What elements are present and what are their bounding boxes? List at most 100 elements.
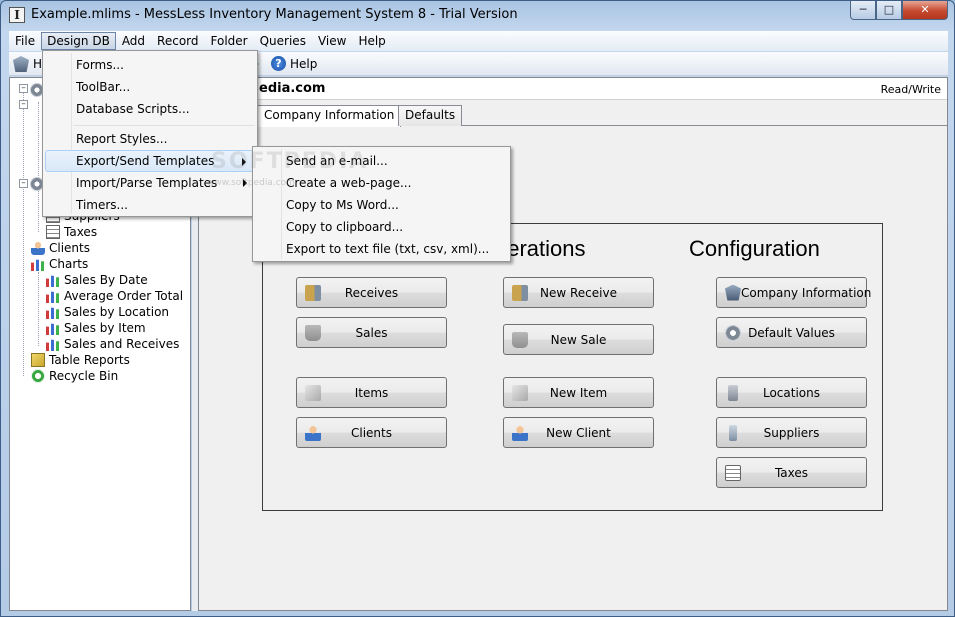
menu-item-report-styles[interactable]: Report Styles... (45, 128, 255, 150)
chart-icon (46, 273, 60, 287)
maximize-button[interactable]: □ (876, 1, 902, 20)
items-button[interactable]: Items (296, 377, 447, 408)
menu-separator (73, 125, 255, 126)
tab-strip: Company Information Defaults (199, 105, 947, 127)
new-receive-button[interactable]: New Receive (503, 277, 654, 308)
menu-item-timers[interactable]: Timers... (45, 194, 255, 216)
company-information-button[interactable]: Company Information (716, 277, 871, 308)
design-db-menu: Forms... ToolBar... Database Scripts... … (42, 50, 258, 217)
new-client-button[interactable]: New Client (503, 417, 654, 448)
window-controls: ─ □ ✕ (850, 1, 948, 20)
button-label: Company Information (741, 285, 872, 300)
company-name: edia.com (259, 81, 326, 96)
tree-item-label: Clients (49, 241, 90, 255)
chart-icon (46, 321, 60, 335)
tree-item-sales-by-location[interactable]: Sales by Location (46, 304, 169, 320)
dashboard-panel: perations Configuration Receives Sales I… (262, 223, 883, 511)
tree-expander[interactable]: – (19, 179, 28, 188)
watermark: SOFTPEDIA (211, 149, 369, 174)
truck-add-icon (512, 284, 528, 301)
chart-icon (46, 289, 60, 303)
minimize-button[interactable]: ─ (850, 1, 876, 20)
button-label: Items (354, 385, 389, 400)
menu-item-toolbar[interactable]: ToolBar... (45, 76, 255, 98)
receives-button[interactable]: Receives (296, 277, 447, 308)
tree-item-label: Sales By Date (64, 273, 148, 287)
calculator-icon (46, 225, 60, 239)
box-icon (305, 384, 321, 401)
menu-file[interactable]: File (9, 32, 41, 50)
menu-view[interactable]: View (312, 32, 352, 50)
close-button[interactable]: ✕ (902, 1, 948, 20)
suppliers-button[interactable]: Suppliers (716, 417, 867, 448)
menu-folder[interactable]: Folder (205, 32, 254, 50)
tree-item-label: Sales by Location (64, 305, 170, 319)
menu-item-label: Import/Parse Templates (76, 176, 218, 190)
box-add-icon (512, 384, 528, 401)
tree-item-label: Average Order Total (64, 289, 184, 303)
basket-add-icon (512, 331, 528, 348)
window-title: Example.mlims - MessLess Inventory Manag… (31, 7, 518, 22)
tree-item-clients[interactable]: Clients (31, 240, 90, 256)
tree-expander[interactable]: – (19, 84, 28, 93)
tree-item-label: Taxes (64, 225, 98, 239)
new-sale-button[interactable]: New Sale (503, 324, 654, 355)
tree-connector (38, 102, 39, 232)
chart-icon (46, 305, 60, 319)
menu-record[interactable]: Record (151, 32, 204, 50)
chart-icon (46, 337, 60, 351)
person-add-icon (512, 424, 528, 441)
button-label: Receives (344, 285, 399, 300)
minimize-icon: ─ (859, 3, 867, 16)
locations-button[interactable]: Locations (716, 377, 867, 408)
tab-company-information[interactable]: Company Information (257, 105, 402, 127)
help-icon[interactable]: ? (271, 56, 286, 71)
company-header: edia.com Read/Write (199, 78, 947, 100)
button-label: Suppliers (763, 425, 820, 440)
menu-add[interactable]: Add (116, 32, 151, 50)
toolbar-help-group: ? Help (253, 56, 317, 71)
tree-item-sales-and-receives[interactable]: Sales and Receives (46, 336, 179, 352)
tree-item-table-reports[interactable]: Table Reports (31, 352, 130, 368)
chart-icon (31, 257, 45, 271)
app-window: I Example.mlims - MessLess Inventory Man… (0, 0, 955, 617)
menu-item-export-text-file[interactable]: Export to text file (txt, csv, xml)... (255, 238, 508, 260)
menu-design-db[interactable]: Design DB (41, 32, 116, 50)
title-bar: I Example.mlims - MessLess Inventory Man… (1, 1, 954, 31)
toolbar-help-label[interactable]: Help (290, 57, 317, 71)
menu-help[interactable]: Help (352, 32, 391, 50)
tree-expander[interactable]: – (19, 100, 28, 109)
button-label: Locations (762, 385, 820, 400)
tree-item-taxes[interactable]: Taxes (46, 224, 97, 240)
tab-defaults[interactable]: Defaults (398, 105, 463, 126)
tree-item-charts[interactable]: Charts (31, 256, 88, 272)
new-item-button[interactable]: New Item (503, 377, 654, 408)
tree-item-label: Charts (49, 257, 89, 271)
basket-icon (305, 324, 321, 341)
menu-item-copy-to-word[interactable]: Copy to Ms Word... (255, 194, 508, 216)
button-label: New Sale (550, 332, 607, 347)
close-icon: ✕ (920, 3, 930, 16)
toolbar-home-button[interactable]: H (13, 56, 42, 72)
menu-item-copy-to-clipboard[interactable]: Copy to clipboard... (255, 216, 508, 238)
button-label: New Client (546, 425, 611, 440)
taxes-button[interactable]: Taxes (716, 457, 867, 488)
default-values-button[interactable]: Default Values (716, 317, 867, 348)
building-icon (728, 384, 738, 401)
tree-connector (23, 86, 24, 376)
clients-button[interactable]: Clients (296, 417, 447, 448)
sales-button[interactable]: Sales (296, 317, 447, 348)
calculator-icon (725, 464, 741, 481)
tree-item-sales-by-item[interactable]: Sales by Item (46, 320, 146, 336)
report-icon (31, 353, 45, 367)
tree-item-average-order-total[interactable]: Average Order Total (46, 288, 183, 304)
phone-icon (729, 424, 737, 441)
tree-item-recycle-bin[interactable]: Recycle Bin (31, 368, 118, 384)
watermark-url: www.softpedia.com (207, 178, 295, 188)
menu-item-database-scripts[interactable]: Database Scripts... (45, 98, 255, 120)
tree-item-sales-by-date[interactable]: Sales By Date (46, 272, 148, 288)
menu-item-forms[interactable]: Forms... (45, 54, 255, 76)
gear-icon (725, 324, 741, 341)
menu-queries[interactable]: Queries (254, 32, 312, 50)
tree-connector (38, 272, 39, 346)
